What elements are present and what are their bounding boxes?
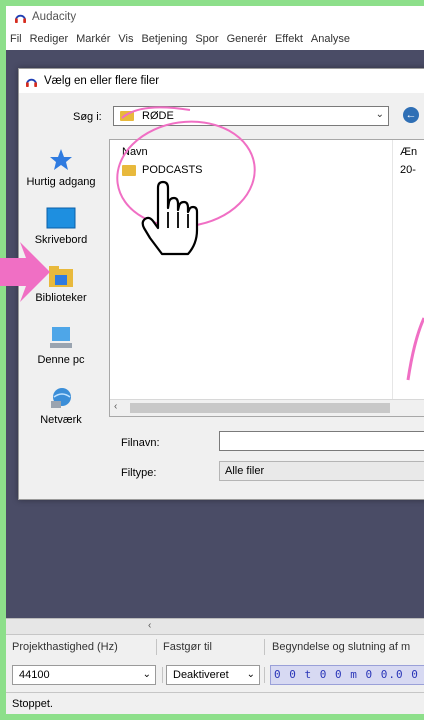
menu-generate[interactable]: Generér [223,33,271,45]
column-divider [392,140,393,402]
folder-icon [122,164,136,176]
scroll-left-icon[interactable]: ‹ [114,401,117,412]
chevron-down-icon: ⌄ [246,669,255,680]
column-header-modified[interactable]: Æn [400,146,417,158]
selection-start-time[interactable]: 0 0 t 0 0 m 0 0.0 0 0 s [270,665,424,685]
horizontal-scrollbar[interactable]: ‹ [110,399,424,416]
look-in-value: RØDE [142,110,174,122]
file-modified: 20- [400,164,416,176]
audacity-window: Audacity Fil Rediger Markér Vis Betjenin… [6,6,424,714]
open-file-dialog: Vælg en eller flere filer Søg i: RØDE ⌄ … [18,68,424,500]
dialog-title-bar: Vælg en eller flere filer [19,69,424,93]
chevron-down-icon: ⌄ [142,669,151,680]
menu-select[interactable]: Markér [72,33,114,45]
computer-icon [50,327,72,348]
places-bar: Hurtig adgang Skrivebord Biblioteker Den… [19,139,103,439]
place-label: Netværk [40,414,82,426]
place-quick-access[interactable]: Hurtig adgang [19,147,103,188]
selection-toolbar: Projekthastighed (Hz) Fastgør til Begynd… [6,634,424,693]
audacity-logo-icon [26,78,37,87]
status-bar: Stoppet. [6,692,424,714]
place-label: Biblioteker [35,292,87,304]
list-item[interactable]: PODCASTS [122,164,203,176]
menu-edit[interactable]: Rediger [26,33,73,45]
snap-to-label: Fastgør til [163,641,212,653]
place-desktop[interactable]: Skrivebord [19,207,103,246]
file-name: PODCASTS [142,164,203,176]
audacity-logo-icon [15,14,26,23]
place-label: Skrivebord [34,234,88,246]
look-in-dropdown[interactable]: RØDE ⌄ [113,106,389,126]
track-scroll-bar[interactable]: ‹ [6,618,424,635]
menu-effect[interactable]: Effekt [271,33,307,45]
app-title: Audacity [32,11,77,23]
scroll-left-icon[interactable]: ‹ [148,620,151,631]
place-label: Denne pc [37,354,85,366]
place-this-pc[interactable]: Denne pc [19,325,103,366]
menu-analyze[interactable]: Analyse [307,33,354,45]
filename-input[interactable] [219,431,424,451]
place-network[interactable]: Netværk [19,385,103,426]
menu-tracks[interactable]: Spor [191,33,222,45]
menu-bar: Fil Rediger Markér Vis Betjening Spor Ge… [6,28,424,50]
scrollbar-thumb[interactable] [130,403,390,413]
filename-label: Filnavn: [121,437,160,449]
project-rate-value: 44100 [19,669,50,681]
menu-file[interactable]: Fil [6,33,26,45]
place-libraries[interactable]: Biblioteker [19,263,103,304]
file-list[interactable]: Navn Æn PODCASTS 20- ‹ [109,139,424,417]
project-rate-label: Projekthastighed (Hz) [12,641,118,653]
network-icon [51,388,71,408]
snap-to-value: Deaktiveret [173,669,229,681]
chevron-down-icon: ⌄ [375,109,384,120]
back-button[interactable]: ← [403,107,419,123]
project-rate-dropdown[interactable]: 44100 ⌄ [12,665,156,685]
library-icon [49,266,73,287]
title-bar: Audacity [6,6,424,28]
menu-transport[interactable]: Betjening [137,33,191,45]
filetype-dropdown[interactable]: Alle filer [219,461,424,481]
snap-to-dropdown[interactable]: Deaktiveret ⌄ [166,665,260,685]
dialog-title: Vælg en eller flere filer [44,75,160,87]
look-in-label: Søg i: [73,111,102,123]
folder-icon [120,111,134,121]
status-text: Stoppet. [12,698,53,710]
selection-label: Begyndelse og slutning af m [272,641,411,653]
star-icon [50,149,72,170]
place-label: Hurtig adgang [26,176,96,188]
menu-view[interactable]: Vis [114,33,137,45]
filetype-label: Filtype: [121,467,157,479]
desktop-icon [46,207,76,229]
column-header-name[interactable]: Navn [122,146,148,158]
